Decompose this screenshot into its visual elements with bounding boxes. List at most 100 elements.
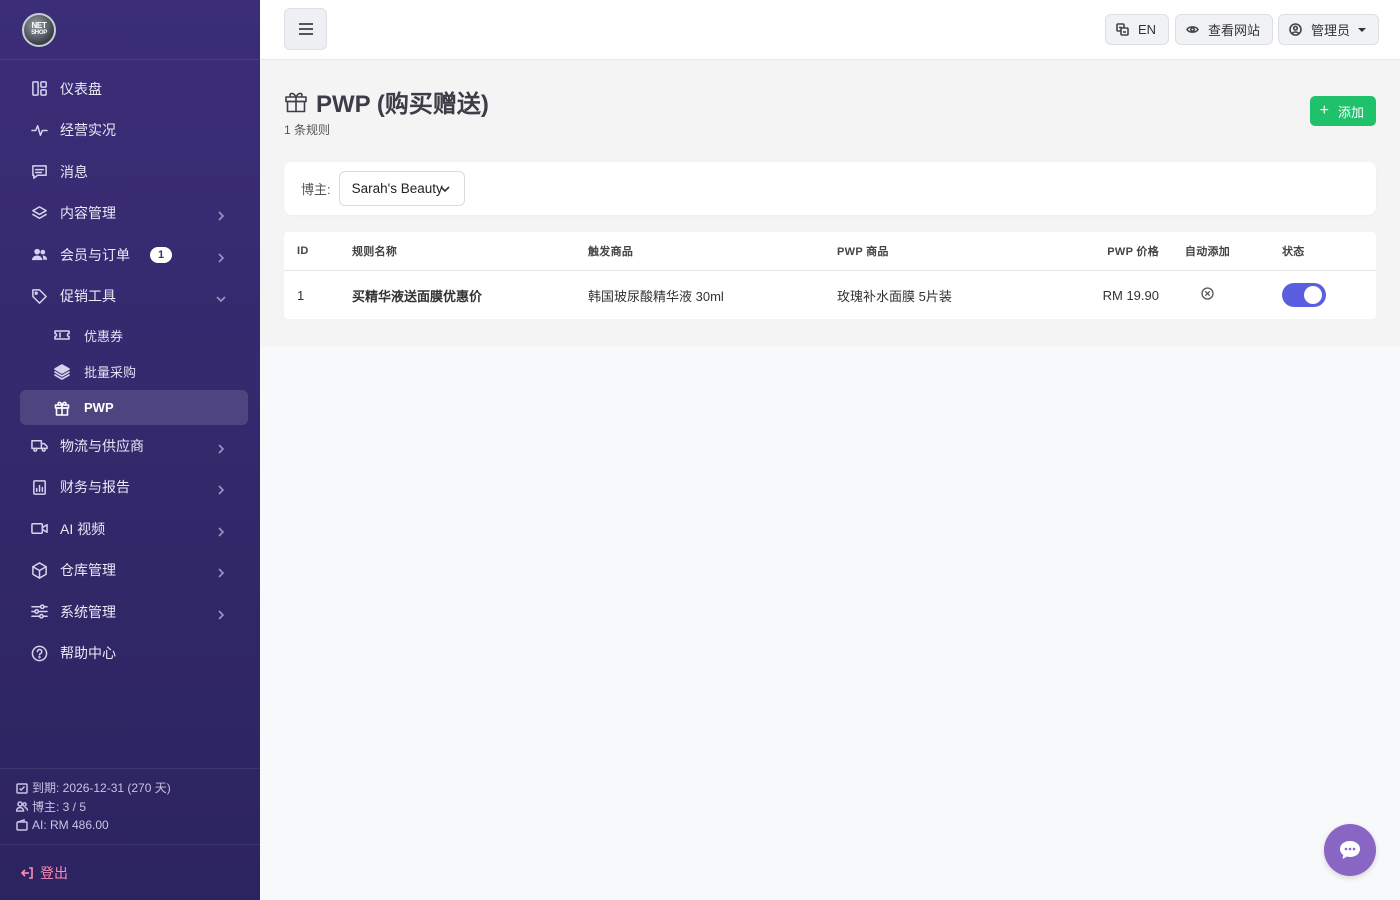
activity-icon	[30, 121, 48, 139]
sidebar-subitem-bulk[interactable]: 批量采购	[0, 354, 260, 391]
sliders-icon	[30, 603, 48, 621]
calendar-icon	[16, 783, 28, 794]
tag-icon	[30, 287, 48, 305]
chevron-down-icon	[1358, 27, 1367, 32]
cell-rule-name[interactable]: 买精华液送面膜优惠价	[352, 286, 588, 305]
sidebar-nav: 仪表盘 经营实况 消息 内容管理 会员与订单 1 促销工具 优惠券 批量采购 P…	[0, 60, 260, 674]
video-icon	[30, 520, 48, 538]
logo-subtext: SHOP	[31, 30, 47, 36]
chevron-right-icon	[216, 607, 226, 620]
sidebar-item-label: 仓库管理	[60, 562, 116, 579]
sidebar-item-label: 消息	[60, 163, 88, 180]
ai-balance-stat: AI: RM 486.00	[16, 816, 244, 835]
add-button[interactable]: + 添加	[1309, 96, 1376, 126]
language-button[interactable]: EN	[1105, 14, 1170, 45]
chevron-right-icon	[216, 208, 226, 221]
dashboard-icon	[30, 80, 48, 98]
users-icon	[16, 801, 28, 812]
column-header-id: ID	[297, 245, 309, 257]
sidebar-item-ai-video[interactable]: AI 视频	[0, 508, 260, 550]
layers-icon	[30, 204, 48, 222]
expiry-stat: 到期: 2026-12-31 (270 天)	[16, 779, 244, 798]
sidebar-subitem-pwp[interactable]: PWP	[20, 390, 248, 425]
sidebar-item-live[interactable]: 经营实况	[0, 110, 260, 152]
column-header-price: PWP 价格	[1107, 246, 1159, 258]
message-icon	[30, 163, 48, 181]
table-row[interactable]: 1 买精华液送面膜优惠价 韩国玻尿酸精华液 30ml 玫瑰补水面膜 5片装 RM…	[284, 271, 1376, 319]
chevron-down-icon	[440, 186, 450, 193]
hamburger-icon	[298, 23, 313, 35]
help-icon	[30, 644, 48, 662]
sidebar-item-label: AI 视频	[60, 520, 106, 537]
translate-icon	[1116, 23, 1129, 36]
chevron-down-icon	[216, 291, 226, 303]
sidebar-item-content[interactable]: 内容管理	[0, 193, 260, 235]
view-site-button[interactable]: 查看网站	[1175, 14, 1274, 45]
sidebar-subitem-label: 批量采购	[84, 365, 137, 381]
logo[interactable]: NET SHOP	[22, 12, 56, 47]
cell-pwp-price: RM 19.90	[1102, 287, 1159, 303]
column-header-name: 规则名称	[352, 246, 398, 258]
x-circle-icon	[1201, 287, 1214, 300]
cell-auto-add	[1159, 287, 1256, 303]
sidebar-item-system[interactable]: 系统管理	[0, 591, 260, 633]
report-icon	[30, 478, 48, 496]
column-header-trigger: 触发商品	[588, 246, 634, 258]
eye-icon	[1186, 26, 1199, 33]
rule-count: 1 条规则	[284, 123, 331, 137]
blogger-select[interactable]: Sarah's Beauty	[338, 171, 465, 206]
main-content: PWP (购买赠送) 1 条规则 + 添加 博主: Sarah's Beauty…	[260, 60, 1400, 346]
sidebar-footer: 到期: 2026-12-31 (270 天) 博主: 3 / 5 AI: RM …	[0, 767, 260, 900]
sidebar-item-promotions[interactable]: 促销工具	[0, 276, 260, 318]
sidebar-item-warehouse[interactable]: 仓库管理	[0, 550, 260, 592]
sidebar-subitem-label: PWP	[84, 400, 114, 415]
chevron-right-icon	[216, 482, 226, 495]
sidebar-item-label: 促销工具	[60, 288, 116, 305]
sidebar-item-dashboard[interactable]: 仪表盘	[0, 68, 260, 110]
column-header-status: 状态	[1282, 246, 1305, 258]
sidebar-item-label: 仪表盘	[60, 80, 102, 97]
box-icon	[30, 561, 48, 579]
chat-bubble-icon	[1340, 841, 1360, 859]
chevron-right-icon	[216, 441, 226, 454]
status-toggle[interactable]	[1282, 283, 1326, 307]
chat-button[interactable]	[1324, 824, 1376, 876]
account-stats: 到期: 2026-12-31 (270 天) 博主: 3 / 5 AI: RM …	[0, 767, 260, 845]
cell-trigger-product: 韩国玻尿酸精华液 30ml	[588, 288, 724, 304]
cell-id: 1	[297, 287, 305, 303]
gift-icon	[54, 400, 70, 416]
users-icon	[30, 246, 48, 264]
pwp-rules-table: ID 规则名称 触发商品 PWP 商品 PWP 价格 自动添加 状态 1 买精华…	[284, 232, 1376, 319]
logout-icon	[20, 866, 33, 879]
sidebar-item-label: 财务与报告	[60, 479, 130, 496]
sidebar-subitem-coupons[interactable]: 优惠券	[0, 317, 260, 354]
sidebar-item-logistics[interactable]: 物流与供应商	[0, 425, 260, 467]
sidebar-item-finance[interactable]: 财务与报告	[0, 467, 260, 509]
column-header-pwp-product: PWP 商品	[837, 246, 889, 258]
sidebar-item-messages[interactable]: 消息	[0, 151, 260, 193]
sidebar-item-label: 经营实况	[60, 122, 116, 139]
logo-area: NET SHOP	[0, 0, 260, 60]
column-header-auto-add: 自动添加	[1184, 246, 1231, 258]
logout-button[interactable]: 登出	[0, 844, 260, 900]
menu-toggle-button[interactable]	[284, 8, 327, 50]
sidebar-item-label: 会员与订单	[60, 246, 130, 263]
logo-text: NET	[31, 21, 47, 30]
notification-badge: 1	[150, 246, 173, 263]
filter-card: 博主: Sarah's Beauty	[284, 162, 1376, 215]
stack-icon	[54, 363, 70, 380]
cell-status	[1256, 283, 1351, 307]
table-header: ID 规则名称 触发商品 PWP 商品 PWP 价格 自动添加 状态	[284, 232, 1376, 271]
chevron-right-icon	[216, 565, 226, 578]
sidebar-item-label: 帮助中心	[60, 645, 116, 662]
sidebar-item-members[interactable]: 会员与订单 1	[0, 234, 260, 276]
sidebar-item-help[interactable]: 帮助中心	[0, 633, 260, 675]
ticket-icon	[54, 327, 70, 343]
user-circle-icon	[1289, 23, 1302, 36]
sidebar-item-label: 内容管理	[60, 205, 116, 222]
sidebar: NET SHOP 仪表盘 经营实况 消息 内容管理 会员与订单 1 促销工具 优…	[0, 0, 260, 900]
plus-icon: +	[1319, 102, 1329, 119]
sidebar-item-label: 系统管理	[60, 603, 116, 620]
admin-menu-button[interactable]: 管理员	[1278, 14, 1380, 45]
truck-icon	[30, 437, 48, 455]
